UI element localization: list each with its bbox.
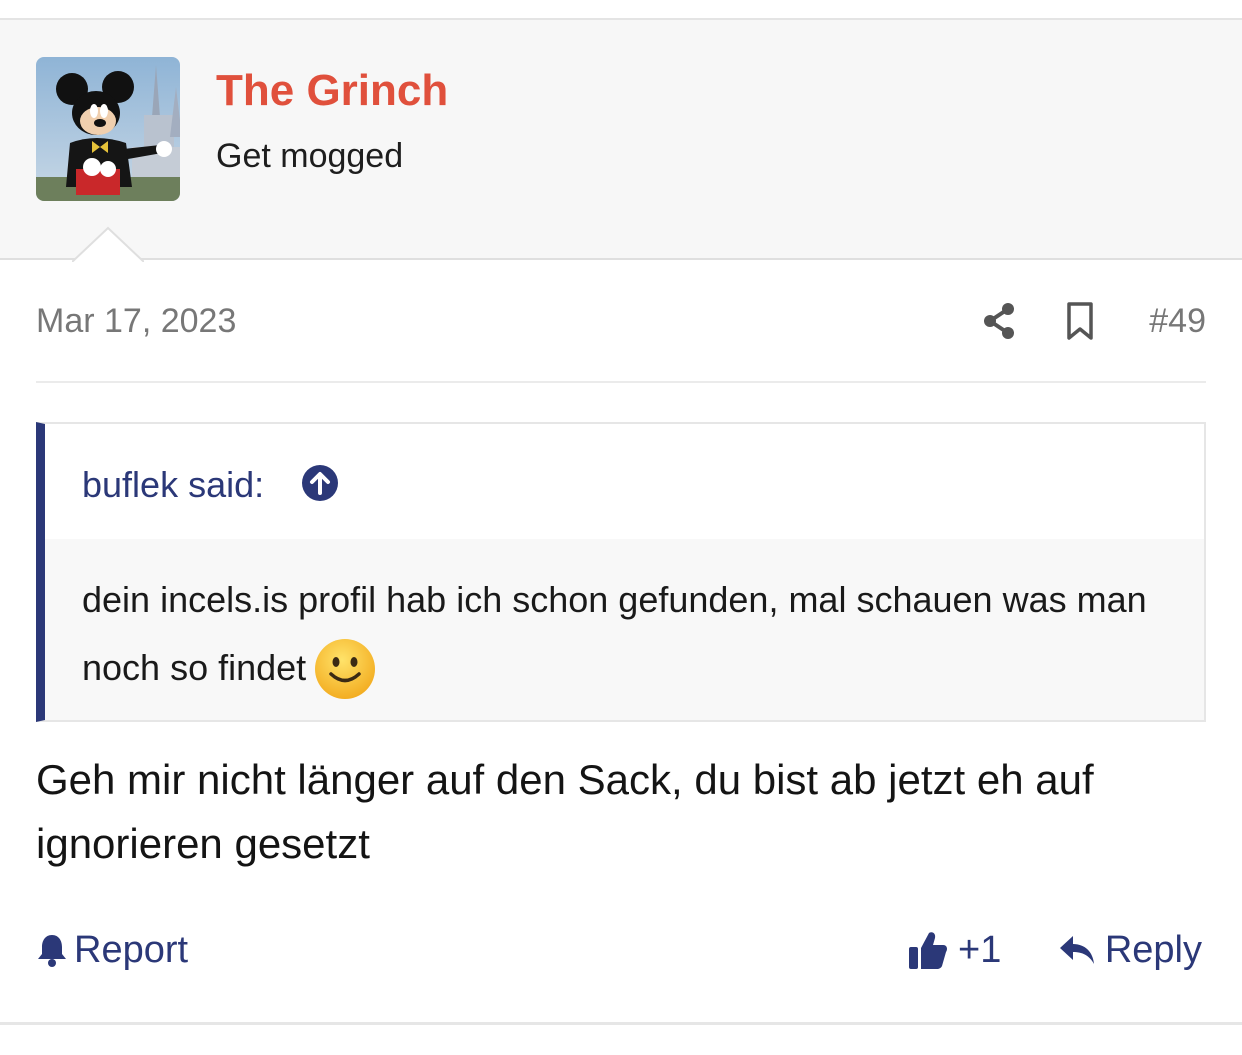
post-author-title: Get mogged (216, 137, 404, 175)
slightly-smiling-face-icon (315, 639, 376, 699)
quote-block: buflek said: dein incels.is profil hab i… (36, 422, 1206, 722)
quote-text: dein incels.is profil hab ich schon gefu… (82, 579, 1147, 688)
bookmark-icon[interactable] (1062, 300, 1098, 342)
thumbs-up-icon (909, 932, 947, 969)
header-arrow-notch (72, 226, 144, 262)
post-actions: Report +1 Reply (36, 922, 1206, 978)
reply-arrow-icon (1059, 936, 1094, 964)
post-number-link[interactable]: #49 (1149, 302, 1206, 341)
post-message: Geh mir nicht länger auf den Sack, du bi… (36, 756, 1094, 867)
quote-author-link[interactable]: buflek said: (82, 464, 264, 506)
report-button[interactable]: Report (36, 922, 188, 978)
quote-header: buflek said: (45, 424, 1204, 539)
post-user-header: The Grinch Get mogged (0, 20, 1242, 262)
bell-icon (38, 935, 66, 967)
meta-divider (36, 381, 1206, 383)
like-button[interactable]: +1 (908, 922, 1001, 978)
reply-button[interactable]: Reply (1057, 922, 1202, 978)
reply-label: Reply (1104, 928, 1202, 971)
quote-content: dein incels.is profil hab ich schon gefu… (82, 566, 1182, 702)
post-meta-row: Mar 17, 2023 #49 (36, 300, 1206, 344)
arrow-up-circle-icon[interactable] (301, 464, 339, 502)
bottom-divider (0, 1022, 1242, 1025)
user-avatar[interactable] (36, 57, 180, 201)
post-author-username[interactable]: The Grinch (216, 66, 448, 116)
post-date[interactable]: Mar 17, 2023 (36, 302, 236, 341)
like-label: +1 (958, 928, 1002, 971)
report-label: Report (74, 928, 189, 971)
share-icon[interactable] (980, 300, 1020, 342)
